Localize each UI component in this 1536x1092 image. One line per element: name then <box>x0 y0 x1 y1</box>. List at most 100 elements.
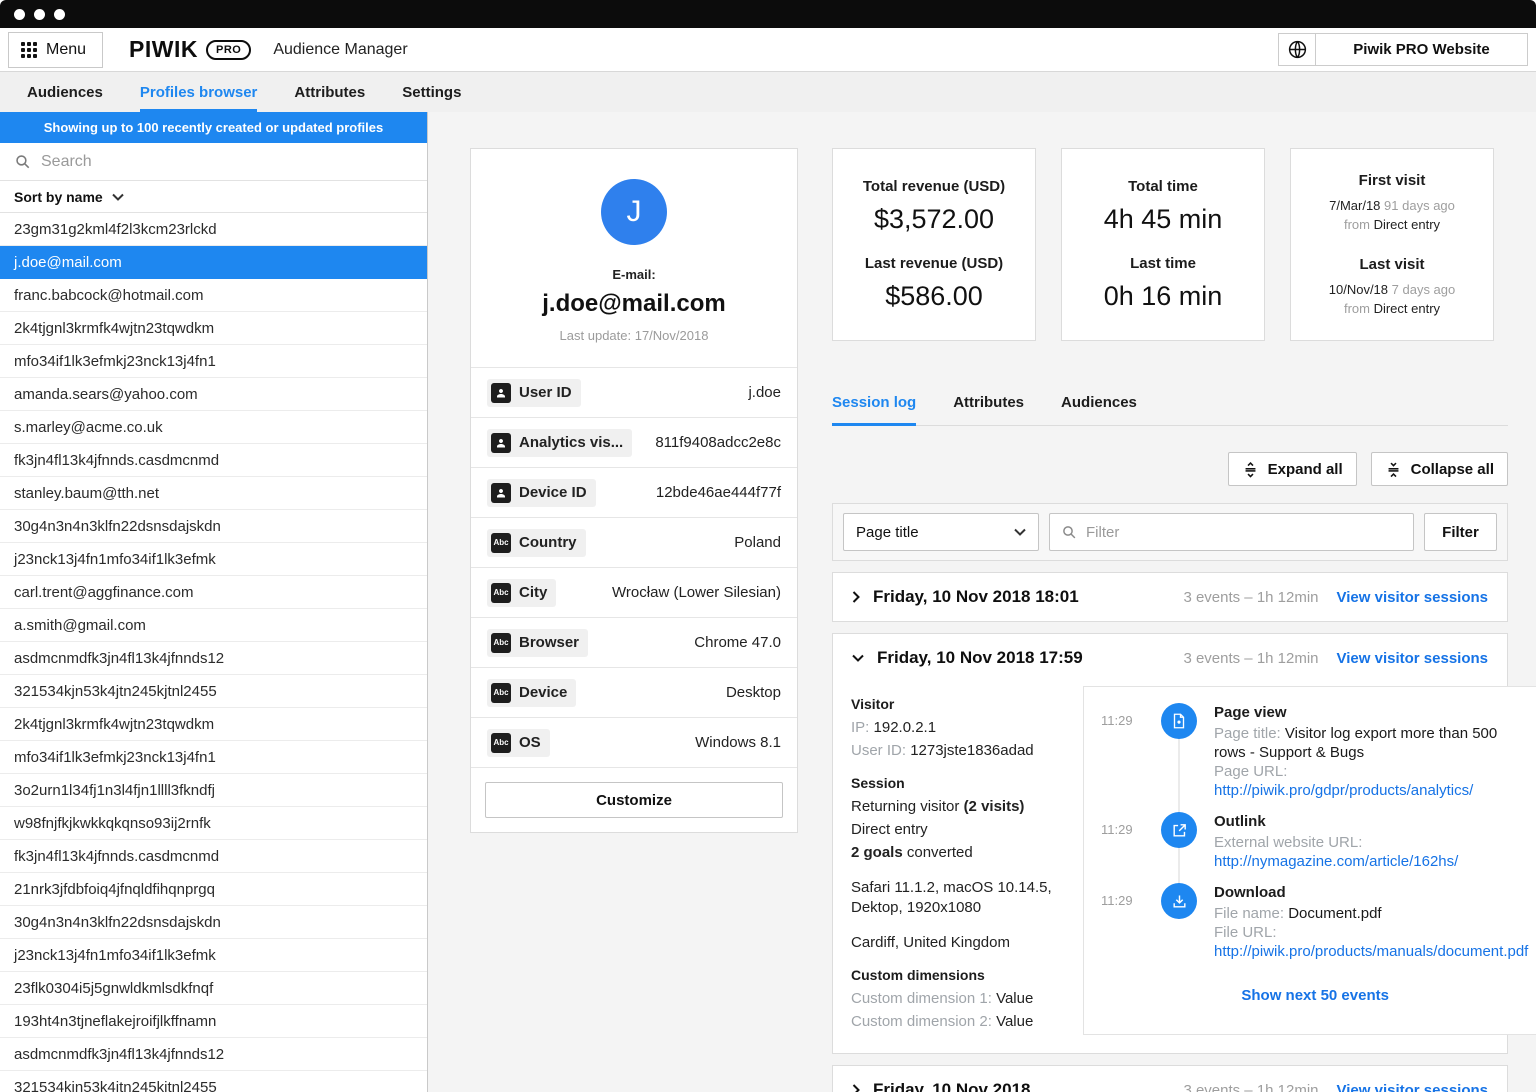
top-navigation: Audiences Profiles browser Attributes Se… <box>0 72 1536 112</box>
session-header[interactable]: Friday, 10 Nov 2018 18:01 3 events – 1h … <box>833 573 1507 621</box>
tab-profile-audiences[interactable]: Audiences <box>1061 394 1137 426</box>
filter-field-value: Page title <box>856 524 919 541</box>
attribute-label: User ID <box>519 384 572 401</box>
event-external-url-link[interactable]: http://nymagazine.com/article/162hs/ <box>1214 853 1458 870</box>
filter-bar: Page title Filter <box>832 503 1508 561</box>
list-item[interactable]: s.marley@acme.co.uk <box>0 411 427 444</box>
chevron-down-icon <box>1014 528 1026 536</box>
visits-card: First visit 7/Mar/18 91 days ago from Di… <box>1290 148 1494 341</box>
attribute-label: Device <box>519 684 567 701</box>
search-input[interactable] <box>41 153 413 171</box>
list-item[interactable]: amanda.sears@yahoo.com <box>0 378 427 411</box>
list-item[interactable]: 321534kjn53k4jtn245kjtnl2455 <box>0 675 427 708</box>
list-item[interactable]: 23gm31g2kml4f2l3kcm23rlckd <box>0 213 427 246</box>
abc-icon: Abc <box>491 533 511 553</box>
window-titlebar <box>0 0 1536 28</box>
total-time-label: Total time <box>1070 178 1256 195</box>
event-download: 11:29 Download File name: Document.pdf <box>1084 883 1536 961</box>
session-row-collapsed: Friday, 10 Nov 2018 18:01 3 events – 1h … <box>832 572 1508 622</box>
window-zoom-button[interactable] <box>54 9 65 20</box>
total-time-value: 4h 45 min <box>1070 204 1256 235</box>
event-file-name: Document.pdf <box>1288 905 1381 922</box>
attribute-label: Country <box>519 534 577 551</box>
view-visitor-sessions-link[interactable]: View visitor sessions <box>1337 1082 1488 1092</box>
search-icon <box>1061 524 1077 540</box>
list-item[interactable]: 23flk0304i5j5gnwldkmlsdkfnqf <box>0 972 427 1005</box>
tab-audiences[interactable]: Audiences <box>27 72 103 112</box>
abc-icon: Abc <box>491 683 511 703</box>
last-visit-label: Last visit <box>1299 256 1485 273</box>
last-time-label: Last time <box>1070 255 1256 272</box>
list-item[interactable]: 321534kjn53k4jtn245kjtnl2455 <box>0 1071 427 1092</box>
app-header: Menu PIWIK PRO Audience Manager Piwik PR… <box>0 28 1536 72</box>
list-item[interactable]: stanley.baum@tth.net <box>0 477 427 510</box>
attribute-row-os: Abc OS Windows 8.1 <box>471 717 797 767</box>
list-item-selected[interactable]: j.doe@mail.com <box>0 246 427 279</box>
list-item[interactable]: 3o2urn1l34fj1n3l4fjn1llll3fkndfj <box>0 774 427 807</box>
attribute-label: OS <box>519 734 541 751</box>
view-visitor-sessions-link[interactable]: View visitor sessions <box>1337 589 1488 606</box>
event-time: 11:29 <box>1084 883 1144 961</box>
search-icon <box>14 153 31 170</box>
expand-all-button[interactable]: Expand all <box>1228 452 1357 486</box>
session-header[interactable]: Friday, 10 Nov 2018 17:59 3 events – 1h … <box>833 634 1507 682</box>
list-item[interactable]: mfo34if1lk3efmkj23nck13j4fn1 <box>0 345 427 378</box>
tab-profile-attributes[interactable]: Attributes <box>953 394 1024 426</box>
tab-attributes[interactable]: Attributes <box>294 72 365 112</box>
session-row-collapsed-partial: Friday, 10 Nov 2018 3 events – 1h 12min … <box>832 1065 1508 1092</box>
brand-badge: PRO <box>206 40 251 60</box>
session-heading: Session <box>851 773 1067 793</box>
event-page-url-link[interactable]: http://piwik.pro/gdpr/products/analytics… <box>1214 782 1473 799</box>
list-item[interactable]: 21nrk3jfdbfoiq4jfnqldfihqnprgq <box>0 873 427 906</box>
event-page-view: 11:29 Page view Page title: Visitor log … <box>1084 703 1536 800</box>
attribute-chip: User ID <box>487 379 581 407</box>
view-visitor-sessions-link[interactable]: View visitor sessions <box>1337 650 1488 667</box>
window-close-button[interactable] <box>14 9 25 20</box>
list-item[interactable]: 193ht4n3tjneflakejroifjlkffnamn <box>0 1005 427 1038</box>
tab-session-log[interactable]: Session log <box>832 394 916 426</box>
list-item[interactable]: fk3jn4fl13k4jfnnds.casdmcnmd <box>0 444 427 477</box>
globe-icon <box>1279 34 1316 65</box>
filter-input[interactable] <box>1086 524 1402 541</box>
filter-field-select[interactable]: Page title <box>843 513 1039 551</box>
abc-icon: Abc <box>491 733 511 753</box>
session-date: Friday, 10 Nov 2018 18:01 <box>873 587 1079 607</box>
last-visit-date: 10/Nov/18 <box>1329 282 1388 297</box>
customize-button[interactable]: Customize <box>485 782 783 818</box>
list-item[interactable]: mfo34if1lk3efmkj23nck13j4fn1 <box>0 741 427 774</box>
detail-column: Total revenue (USD) $3,572.00 Last reven… <box>832 148 1508 1092</box>
list-item[interactable]: 30g4n3n4n3klfn22dsnsdajskdn <box>0 510 427 543</box>
menu-button[interactable]: Menu <box>8 32 103 68</box>
session-toolbar: Expand all Collapse all <box>832 452 1508 486</box>
collapse-all-button[interactable]: Collapse all <box>1371 452 1508 486</box>
list-item[interactable]: a.smith@gmail.com <box>0 609 427 642</box>
show-next-events-link[interactable]: Show next 50 events <box>1084 987 1536 1004</box>
filter-button[interactable]: Filter <box>1424 513 1497 551</box>
attribute-label: City <box>519 584 547 601</box>
list-item[interactable]: franc.babcock@hotmail.com <box>0 279 427 312</box>
tab-profiles-browser[interactable]: Profiles browser <box>140 72 258 112</box>
list-item[interactable]: fk3jn4fl13k4jfnnds.casdmcnmd <box>0 840 427 873</box>
attribute-value: Windows 8.1 <box>695 734 781 751</box>
window-minimize-button[interactable] <box>34 9 45 20</box>
list-item[interactable]: j23nck13j4fn1mfo34if1lk3efmk <box>0 939 427 972</box>
list-item[interactable]: w98fnjfkjkwkkqkqnso93ij2rnfk <box>0 807 427 840</box>
list-item[interactable]: 2k4tjgnl3krmfk4wjtn23tqwdkm <box>0 312 427 345</box>
list-item[interactable]: asdmcnmdfk3jn4fl13k4jfnnds12 <box>0 642 427 675</box>
session-header[interactable]: Friday, 10 Nov 2018 3 events – 1h 12min … <box>833 1066 1507 1092</box>
list-item[interactable]: 2k4tjgnl3krmfk4wjtn23tqwdkm <box>0 708 427 741</box>
attribute-label: Analytics vis... <box>519 434 623 451</box>
list-item[interactable]: j23nck13j4fn1mfo34if1lk3efmk <box>0 543 427 576</box>
site-switcher[interactable]: Piwik PRO Website <box>1278 33 1528 66</box>
list-item[interactable]: carl.trent@aggfinance.com <box>0 576 427 609</box>
attribute-value: Wrocław (Lower Silesian) <box>612 584 781 601</box>
tab-settings[interactable]: Settings <box>402 72 461 112</box>
event-file-url-link[interactable]: http://piwik.pro/products/manuals/docume… <box>1214 943 1528 960</box>
first-visit-label: First visit <box>1299 172 1485 189</box>
list-item[interactable]: 30g4n3n4n3klfn22dsnsdajskdn <box>0 906 427 939</box>
person-id-icon <box>491 483 511 503</box>
list-item[interactable]: asdmcnmdfk3jn4fl13k4jfnnds12 <box>0 1038 427 1071</box>
sort-dropdown[interactable]: Sort by name <box>0 181 427 213</box>
event-title: Page view <box>1214 703 1528 722</box>
first-visit-ago: 91 days ago <box>1384 198 1455 213</box>
